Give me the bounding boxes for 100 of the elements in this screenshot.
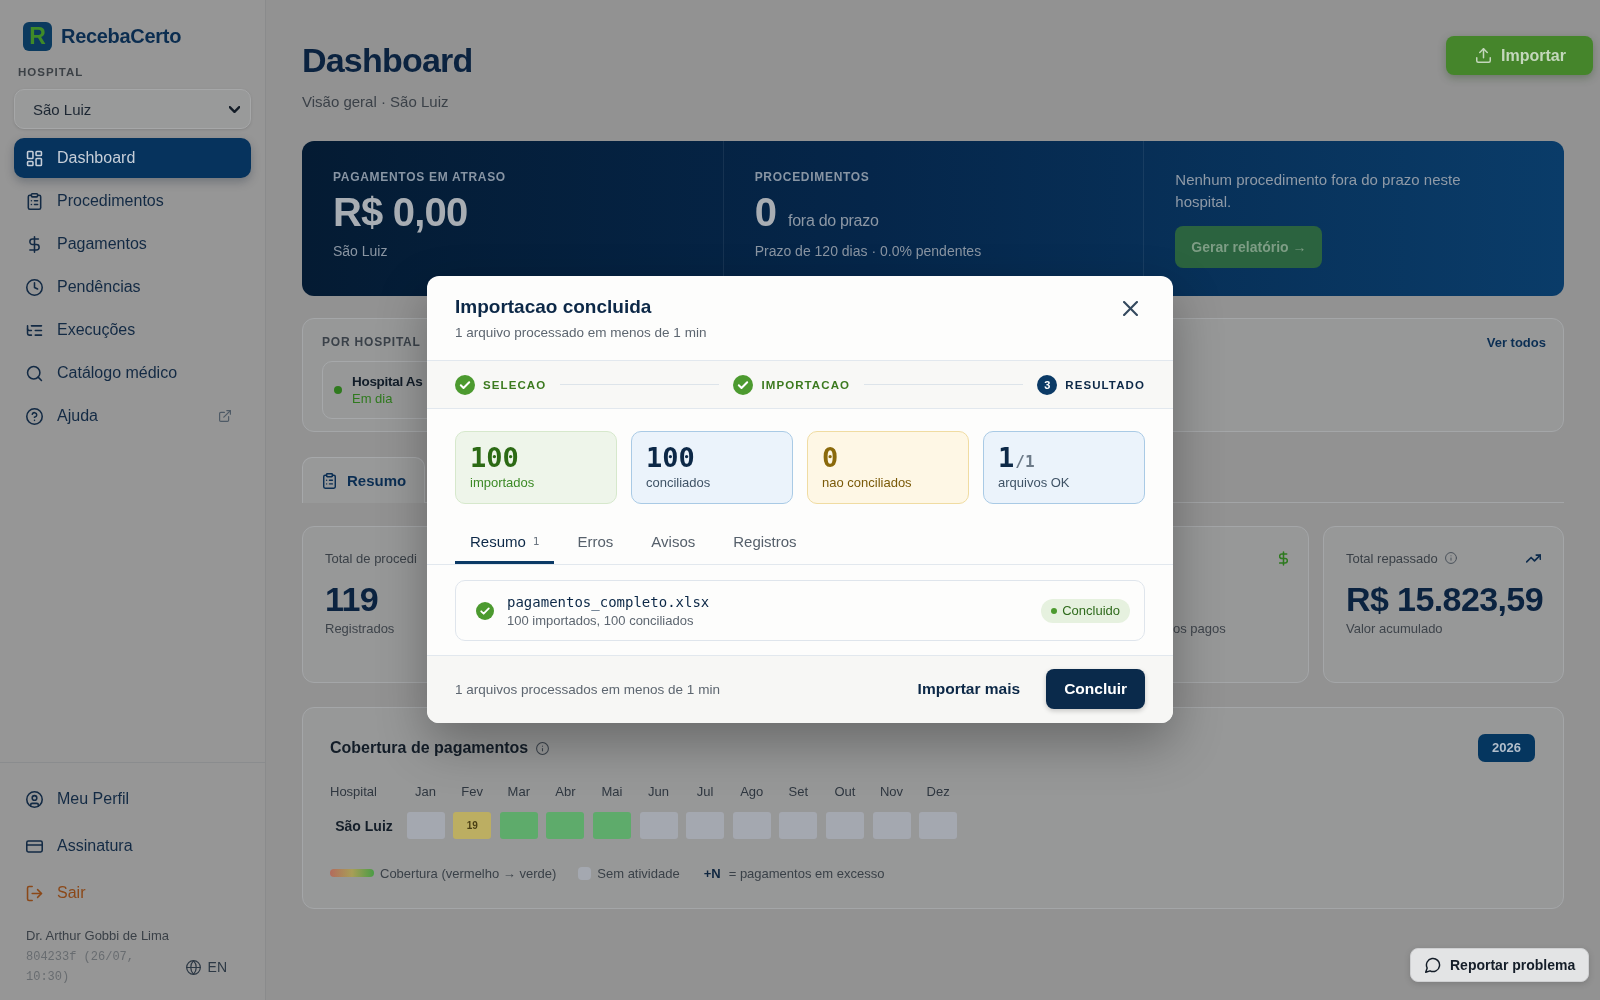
file-detail: 100 importados, 100 conciliados xyxy=(507,612,694,628)
stat-value: R$ 15.823,59 xyxy=(1346,579,1543,619)
dollar-icon xyxy=(1279,550,1288,566)
tile-label: conciliados xyxy=(646,475,711,491)
import-more-button[interactable]: Importar mais xyxy=(901,669,1037,709)
column-header: Mai xyxy=(601,784,623,800)
gradient-swatch-icon xyxy=(330,869,374,877)
page-title: Dashboard xyxy=(302,40,473,80)
empty-swatch-icon xyxy=(578,866,592,880)
column-header: Jan xyxy=(415,784,437,800)
info-icon xyxy=(536,741,550,755)
dollar-icon xyxy=(26,235,43,253)
hospital-status: Em dia xyxy=(352,391,393,406)
stat-label: Total repassado xyxy=(1346,550,1438,566)
user-name: Dr. Arthur Gobbi de Lima xyxy=(25,927,170,945)
nav-item[interactable]: Meu Perfil xyxy=(14,779,251,819)
credit-card-icon xyxy=(26,837,43,855)
tile-value: 100 xyxy=(470,442,519,474)
footer-note: 1 arquivos processados em menos de 1 min xyxy=(455,681,720,697)
column-header: Jul xyxy=(696,784,714,800)
metric-value: 0 xyxy=(754,189,777,235)
grid-icon xyxy=(26,149,43,167)
user-circle-icon xyxy=(26,790,43,808)
check-circle-icon xyxy=(733,374,754,395)
nav-item[interactable]: Pagamentos xyxy=(14,224,251,264)
page-subtitle: Visão geral · São Luiz xyxy=(302,92,450,112)
view-all-link[interactable]: Ver todos xyxy=(1486,334,1546,350)
check-circle-icon xyxy=(476,601,494,620)
chat-bubble-icon xyxy=(1425,957,1441,973)
hospital-select[interactable]: São Luiz xyxy=(14,89,251,129)
check-circle-icon xyxy=(455,374,475,395)
nav-item[interactable]: Execuções xyxy=(14,310,251,350)
metric-note: Prazo de 120 dias · 0.0% pendentes xyxy=(754,242,982,260)
tile-value: 1 xyxy=(998,442,1015,474)
tile-label: importados xyxy=(470,475,535,491)
step-number: 3 xyxy=(1037,374,1058,395)
nav-item[interactable]: Catálogo médico xyxy=(14,353,251,393)
column-header: Set xyxy=(788,784,809,800)
tile-value: 100 xyxy=(646,442,695,474)
clipboard-icon xyxy=(323,472,336,489)
tile-value: 0 xyxy=(822,442,839,474)
stat-note: os pagos xyxy=(1173,620,1226,638)
tile-total: /1 xyxy=(1015,452,1035,471)
clipboard-icon xyxy=(26,192,43,210)
status-text: Concluido xyxy=(1062,603,1120,618)
tab[interactable]: Resumo 1 xyxy=(455,522,555,564)
legend-label: = pagamentos em excesso xyxy=(728,865,885,881)
column-header: Fev xyxy=(461,784,483,800)
column-header: Ago xyxy=(740,784,764,800)
legend-key: +N xyxy=(703,865,721,881)
brand-name: RecebaCerto xyxy=(61,25,182,48)
nav-item[interactable]: Pendências xyxy=(14,267,251,307)
metric-unit: fora do prazo xyxy=(788,212,879,230)
tab[interactable]: Registros xyxy=(718,522,812,564)
stat-note: Registrados xyxy=(325,620,395,638)
close-icon xyxy=(1123,301,1138,316)
globe-icon xyxy=(185,959,201,975)
stat-label: Total de procedi xyxy=(325,550,417,566)
metric-value: R$ 0,00 xyxy=(333,189,468,235)
nav-item[interactable]: Assinatura xyxy=(14,826,251,866)
status-dot-icon xyxy=(1051,607,1058,614)
help-icon xyxy=(26,407,43,425)
finish-button[interactable]: Concluir xyxy=(1046,669,1145,709)
clock-icon xyxy=(26,278,43,296)
section-label: HOSPITAL xyxy=(17,65,84,79)
dialog-subtitle: 1 arquivo processado em menos de 1 min xyxy=(455,324,707,342)
panel-title: POR HOSPITAL xyxy=(322,335,421,349)
column-header: Out xyxy=(834,784,856,800)
tile-label: arquivos OK xyxy=(998,475,1070,491)
tile-label: nao conciliados xyxy=(822,475,912,491)
language-button[interactable]: EN xyxy=(185,959,227,975)
nav-item[interactable]: Dashboard xyxy=(14,138,251,178)
step-label: SELECAO xyxy=(483,378,547,391)
chevron-down-icon xyxy=(229,105,240,113)
tab[interactable]: Avisos xyxy=(636,522,711,564)
file-name: pagamentos_completo.xlsx xyxy=(507,593,710,610)
trend-up-icon xyxy=(1526,553,1541,563)
hospital-name: Hospital As xyxy=(352,374,423,389)
legend-label: Cobertura (vermelho → verde) xyxy=(380,865,557,881)
report-problem-button[interactable]: Reportar problema xyxy=(1410,948,1590,982)
metric-note: São Luiz xyxy=(333,242,388,260)
tab[interactable]: Erros xyxy=(562,522,629,564)
column-header: Mar xyxy=(507,784,530,800)
coverage-title: Cobertura de pagamentos xyxy=(330,739,529,757)
nav-item[interactable]: Ajuda xyxy=(14,396,251,436)
coverage-cell: 19 xyxy=(453,812,492,839)
section-tab[interactable]: Resumo xyxy=(302,457,426,503)
legend-label: Sem atividade xyxy=(597,865,680,881)
metric-label: PROCEDIMENTOS xyxy=(754,169,870,185)
column-header: Nov xyxy=(879,784,904,800)
import-button[interactable]: Importar xyxy=(1446,36,1593,75)
row-label: São Luiz xyxy=(335,817,393,834)
nav-item[interactable]: Procedimentos xyxy=(14,181,251,221)
year-badge[interactable]: 2026 xyxy=(1478,734,1535,762)
status-message: Nenhum procedimento fora do prazo neste hospital. xyxy=(1175,170,1462,212)
upload-icon xyxy=(1476,48,1492,63)
column-header: Abr xyxy=(555,784,576,800)
logout-icon xyxy=(26,884,43,902)
search-icon xyxy=(26,364,43,382)
step-label: RESULTADO xyxy=(1065,378,1145,391)
